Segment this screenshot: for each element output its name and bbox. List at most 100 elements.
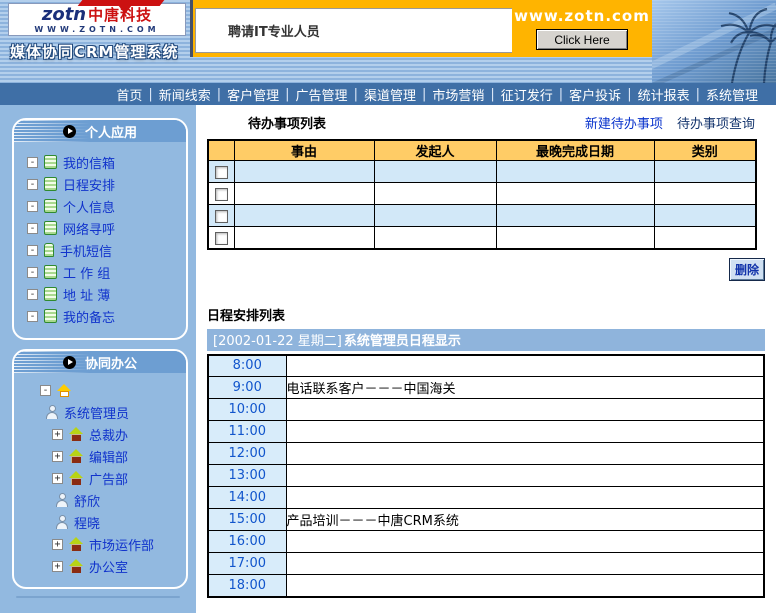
collapse-toggle[interactable]: - (27, 267, 38, 278)
tree-person-node[interactable]: 舒欣 (14, 489, 186, 511)
row-checkbox[interactable] (215, 166, 228, 179)
expand-toggle[interactable]: + (52, 539, 63, 550)
nav-separator: | (490, 87, 494, 102)
query-todo-link[interactable]: 待办事项查询 (677, 117, 755, 132)
tree-dept-node[interactable]: + 编辑部 (14, 445, 186, 467)
main-content: 待办事项列表 新建待办事项 待办事项查询 事由发起人最晚完成日期类别 删除 日程… (196, 105, 776, 613)
system-title: 媒体协同CRM管理系统 (10, 41, 179, 62)
schedule-event-cell (286, 421, 764, 443)
tree-dept-node[interactable]: +广告部 (14, 467, 186, 489)
ad-banner-message[interactable]: 聘请IT专业人员 (195, 8, 512, 53)
expand-toggle[interactable]: + (52, 429, 63, 440)
collapse-toggle[interactable]: - (27, 223, 38, 234)
schedule-row: 13:00 (208, 465, 764, 487)
paging-icon (44, 221, 57, 235)
sidebar-item-profile[interactable]: -个人信息 (14, 196, 186, 216)
expand-toggle[interactable]: + (52, 473, 63, 484)
sidebar-item-label: 网络寻呼 (63, 219, 115, 238)
schedule-time-cell: 14:00 (208, 487, 286, 509)
department-icon (68, 559, 84, 573)
todo-cell (496, 183, 654, 205)
todo-cell (654, 205, 756, 227)
nav-item-8[interactable]: 客户投诉 (569, 85, 621, 104)
nav-item-5[interactable]: 渠道管理 (364, 85, 416, 104)
nav-separator: | (217, 87, 221, 102)
collapse-toggle[interactable]: - (27, 201, 38, 212)
logo-brand: zotn中唐科技 (42, 6, 152, 24)
todo-cell (234, 227, 374, 249)
tree-person-node[interactable]: 系统管理员 (14, 401, 186, 423)
schedule-event-cell (286, 487, 764, 509)
ad-banner-right: www.zotn.com Click Here (512, 0, 652, 57)
click-here-button[interactable]: Click Here (536, 29, 628, 50)
tree-person-node[interactable]: 程晓 (14, 511, 186, 533)
nav-item-4[interactable]: 广告管理 (296, 85, 348, 104)
tree-node-label: 编辑部 (89, 447, 128, 466)
sidebar-item-sms[interactable]: -手机短信 (14, 240, 186, 260)
row-checkbox[interactable] (215, 210, 228, 223)
sidebar-divider (16, 596, 180, 598)
new-todo-link[interactable]: 新建待办事项 (585, 117, 663, 132)
schedule-row: 14:00 (208, 487, 764, 509)
todo-column-header-3: 最晚完成日期 (496, 140, 654, 161)
office-header[interactable]: 协同办公 (14, 351, 186, 373)
collapse-toggle[interactable]: - (27, 179, 38, 190)
sidebar-item-workgroup[interactable]: -工 作 组 (14, 262, 186, 282)
collapse-toggle[interactable]: - (27, 289, 38, 300)
collapse-toggle[interactable]: - (27, 245, 38, 256)
nav-item-9[interactable]: 统计报表 (638, 85, 690, 104)
todo-cell (654, 161, 756, 183)
todo-row-checkbox-cell (208, 183, 234, 205)
sidebar-item-paging[interactable]: - 网络寻呼 (14, 218, 186, 238)
expand-toggle[interactable]: + (52, 561, 63, 572)
ad-banner[interactable]: 聘请IT专业人员 www.zotn.com Click Here (190, 0, 652, 57)
tree-dept-node[interactable]: +总裁办 (14, 423, 186, 445)
tree-node-label: 市场运作部 (89, 535, 154, 554)
ad-site-url: www.zotn.com (514, 7, 650, 25)
home-icon (56, 384, 72, 397)
todo-cell (654, 227, 756, 249)
nav-item-2[interactable]: 新闻线索 (159, 85, 211, 104)
content-area: 个人应用 -我的信箱-日程安排-个人信息-网络寻呼-手机短信-工 作 组-地 址… (0, 105, 776, 613)
delete-button[interactable]: 删除 (729, 258, 765, 281)
todo-cell (374, 183, 496, 205)
sidebar-item-schedule[interactable]: - 日程安排 (14, 174, 186, 194)
department-icon (68, 471, 84, 485)
sidebar-item-label: 地 址 薄 (63, 285, 110, 304)
tree-dept-node[interactable]: + 市场运作部 (14, 533, 186, 555)
select-column-header (208, 140, 234, 161)
schedule-row: 15:00产品培训－－－中唐CRM系统 (208, 509, 764, 531)
personal-apps-header[interactable]: 个人应用 (14, 120, 186, 142)
nav-item-6[interactable]: 市场营销 (432, 85, 484, 104)
nav-item-1[interactable]: 首页 (116, 85, 142, 104)
sidebar-item-memo[interactable]: - 我的备忘 (14, 306, 186, 326)
tree-root-node[interactable]: - (14, 379, 186, 401)
tree-dept-node[interactable]: + 办公室 (14, 555, 186, 577)
collapse-toggle[interactable]: - (40, 385, 51, 396)
row-checkbox[interactable] (215, 232, 228, 245)
collapse-toggle[interactable]: - (27, 311, 38, 322)
todo-cell (374, 227, 496, 249)
sidebar: 个人应用 -我的信箱-日程安排-个人信息-网络寻呼-手机短信-工 作 组-地 址… (0, 105, 196, 613)
expand-toggle[interactable]: + (52, 451, 63, 462)
tree-node-label: 舒欣 (74, 491, 100, 510)
play-icon (63, 356, 76, 369)
schedule-row: 18:00 (208, 575, 764, 597)
person-icon (56, 515, 69, 529)
nav-item-10[interactable]: 系统管理 (706, 85, 758, 104)
nav-item-7[interactable]: 征订发行 (501, 85, 553, 104)
sidebar-item-mailbox[interactable]: -我的信箱 (14, 152, 186, 172)
collapse-toggle[interactable]: - (27, 157, 38, 168)
sidebar-item-addressbook[interactable]: -地 址 薄 (14, 284, 186, 304)
row-checkbox[interactable] (215, 188, 228, 201)
tree-node-label: 办公室 (89, 557, 128, 576)
department-icon (68, 537, 84, 551)
nav-item-3[interactable]: 客户管理 (227, 85, 279, 104)
sidebar-item-label: 日程安排 (63, 175, 115, 194)
schedule-time-cell: 15:00 (208, 509, 286, 531)
tree-node-label: 系统管理员 (64, 403, 129, 422)
personal-apps-panel: 个人应用 -我的信箱-日程安排-个人信息-网络寻呼-手机短信-工 作 组-地 址… (12, 118, 188, 340)
sidebar-item-label: 我的备忘 (63, 307, 115, 326)
schedule-event-cell: 产品培训－－－中唐CRM系统 (286, 509, 764, 531)
schedule-time-cell: 13:00 (208, 465, 286, 487)
